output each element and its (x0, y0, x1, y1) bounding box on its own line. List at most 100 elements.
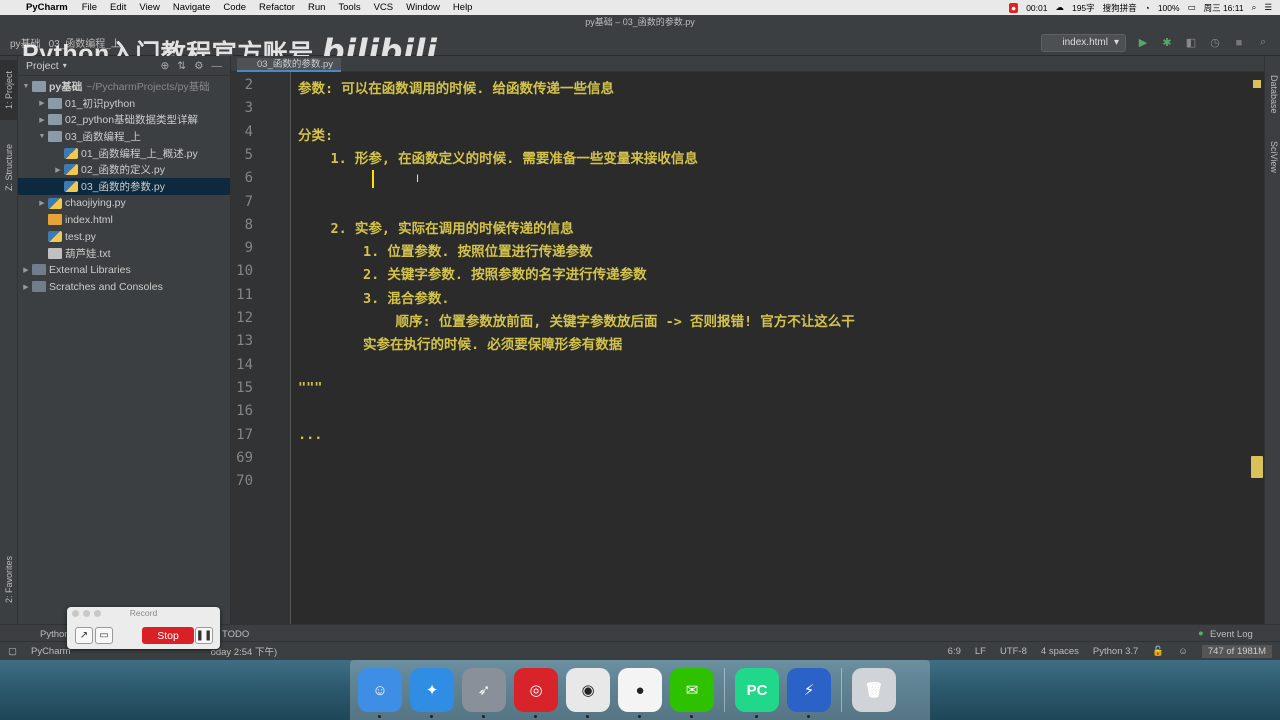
dock-chrome-icon[interactable]: ◉ (566, 668, 610, 718)
line-separator[interactable]: LF (975, 646, 986, 657)
pause-icon[interactable]: ❚❚ (195, 627, 213, 644)
coverage-icon[interactable]: ◧ (1184, 36, 1198, 50)
record-indicator[interactable]: ● (1009, 2, 1019, 13)
interpreter[interactable]: Python 3.7 (1093, 646, 1138, 657)
menu-window[interactable]: Window (406, 2, 440, 13)
collapse-icon[interactable]: ⇅ (177, 60, 186, 72)
indent-setting[interactable]: 4 spaces (1041, 646, 1079, 657)
camera-icon[interactable]: ▭ (95, 627, 113, 644)
scroll-thumb[interactable] (1251, 456, 1263, 478)
gear-icon[interactable]: ⚙ (194, 60, 203, 72)
tree-item[interactable]: ▶ 02_python基础数据类型详解 (18, 111, 230, 128)
status-toggle-icon[interactable]: ▢ (8, 646, 17, 657)
run-icon[interactable]: ▶ (1136, 36, 1150, 50)
todo-tab[interactable]: TODO (222, 629, 249, 640)
menu-tools[interactable]: Tools (338, 2, 360, 13)
stop-icon[interactable]: ■ (1232, 36, 1246, 50)
tree-arrow-icon[interactable]: ▶ (36, 199, 48, 207)
inspector-icon[interactable]: ☺ (1178, 646, 1188, 657)
menu-run[interactable]: Run (308, 2, 325, 13)
profile-icon[interactable]: ◷ (1208, 36, 1222, 50)
memory-indicator[interactable]: 747 of 1981M (1201, 644, 1272, 658)
tree-item[interactable]: test.py (18, 228, 230, 245)
tree-item[interactable]: ▶ 01_初识python (18, 95, 230, 112)
dock-reeder-icon[interactable]: ⚡ (787, 668, 831, 718)
event-log-tab[interactable]: Event Log (1210, 629, 1253, 640)
menu-edit[interactable]: Edit (110, 2, 126, 13)
tree-arrow-icon[interactable]: ▼ (20, 83, 32, 90)
tree-item[interactable]: ▼ py基础 ~/PycharmProjects/py基础 (18, 78, 230, 95)
code-line[interactable]: 参数: 可以在函数调用的时候. 给函数传递一些信息 (298, 77, 614, 97)
code-line[interactable]: """ (298, 380, 322, 396)
tree-item[interactable]: 01_函数编程_上_概述.py (18, 145, 230, 162)
close-icon[interactable] (72, 610, 79, 617)
zoom-icon[interactable] (94, 610, 101, 617)
debug-icon[interactable]: ✱ (1160, 36, 1174, 50)
code-line[interactable]: 2. 实参, 实际在调用的时候传递的信息 (298, 217, 574, 237)
editor-tab[interactable]: 03_函数的参数.py (237, 58, 342, 72)
structure-tool-tab[interactable]: Z: Structure (0, 132, 18, 202)
pen-icon[interactable]: ↗ (75, 627, 93, 644)
tree-arrow-icon[interactable]: ▶ (36, 99, 48, 107)
project-tool-tab[interactable]: 1: Project (0, 60, 18, 120)
menu-code[interactable]: Code (223, 2, 246, 13)
wechat-status-icon[interactable]: ☁ (1055, 2, 1064, 13)
code-line[interactable]: 顺序: 位置参数放前面, 关键字参数放后面 -> 否则报错! 官方不让这么干 (298, 310, 855, 330)
tree-item[interactable]: ▶ Scratches and Consoles (18, 278, 230, 295)
search-everywhere-icon[interactable]: ⌕ (1256, 36, 1270, 50)
dock-launchpad-icon[interactable]: ➶ (462, 668, 506, 718)
tree-item[interactable]: ▶ External Libraries (18, 262, 230, 279)
hide-icon[interactable]: — (212, 60, 223, 72)
lock-icon[interactable]: 🔓 (1152, 646, 1164, 657)
inspection-marker[interactable] (1253, 80, 1261, 88)
editor-scrollbar[interactable] (1250, 72, 1264, 644)
dock-wechat-icon[interactable]: ✉ (670, 668, 714, 718)
code-editor[interactable]: 参数: 可以在函数调用的时候. 给函数传递一些信息 分类: 1. 形参, 在函数定… (292, 72, 1250, 644)
wifi-icon[interactable]: ◔ (1145, 3, 1150, 13)
file-encoding[interactable]: UTF-8 (1000, 646, 1027, 657)
clock[interactable]: 周三 16:11 (1204, 2, 1244, 14)
code-line[interactable]: ... (298, 427, 322, 443)
menu-help[interactable]: Help (453, 2, 473, 13)
input-method[interactable]: 搜狗拼音 (1103, 2, 1137, 14)
tree-item[interactable]: 03_函数的参数.py (18, 178, 230, 195)
tree-item[interactable]: index.html (18, 212, 230, 229)
control-center-icon[interactable]: ☰ (1264, 2, 1272, 13)
sciview-tool-tab[interactable]: SciView (1265, 132, 1280, 182)
dock-trash-icon[interactable]: 🗑 (852, 668, 896, 712)
tree-item[interactable]: ▶ chaojiying.py (18, 195, 230, 212)
search-icon[interactable]: ⌕ (1252, 2, 1257, 13)
menu-navigate[interactable]: Navigate (173, 2, 211, 13)
python-console-tab[interactable]: Python (40, 629, 70, 640)
dock-safari-icon[interactable]: ✦ (410, 668, 454, 718)
tree-item[interactable]: 葫芦娃.txt (18, 245, 230, 262)
menu-refactor[interactable]: Refactor (259, 2, 295, 13)
locate-icon[interactable]: ⊕ (160, 60, 169, 72)
tree-arrow-icon[interactable]: ▶ (36, 116, 48, 124)
chevron-down-icon[interactable]: ▾ (63, 61, 67, 70)
tree-item[interactable]: ▼ 03_函数编程_上 (18, 128, 230, 145)
dock-qq-icon[interactable]: ● (618, 668, 662, 718)
menu-file[interactable]: File (82, 2, 97, 13)
code-line[interactable]: 实参在执行的时候. 必须要保障形参有数据 (298, 333, 622, 353)
tree-arrow-icon[interactable]: ▼ (36, 133, 48, 140)
code-line[interactable]: 1. 形参, 在函数定义的时候. 需要准备一些变量来接收信息 (298, 147, 698, 167)
caret-position[interactable]: 6:9 (948, 646, 961, 657)
project-panel-title[interactable]: Project (26, 60, 59, 72)
code-line[interactable]: 分类: (298, 124, 333, 144)
code-line[interactable]: 3. 混合参数. (298, 287, 450, 307)
tree-arrow-icon[interactable]: ▶ (20, 283, 32, 291)
code-line[interactable]: 1. 位置参数. 按照位置进行传递参数 (298, 240, 593, 260)
tree-arrow-icon[interactable]: ▶ (52, 166, 64, 174)
menu-vcs[interactable]: VCS (374, 2, 394, 13)
run-config-select[interactable]: index.html ▾ (1041, 33, 1126, 52)
menu-app-name[interactable]: PyCharm (26, 2, 68, 13)
tree-item[interactable]: ▶ 02_函数的定义.py (18, 161, 230, 178)
favorites-tool-tab[interactable]: 2: Favorites (0, 544, 18, 614)
database-tool-tab[interactable]: Database (1265, 64, 1280, 124)
battery-icon[interactable]: ▭ (1188, 2, 1196, 13)
dock-pycharm-icon[interactable]: PC (735, 668, 779, 718)
code-line[interactable]: 2. 关键字参数. 按照参数的名字进行传递参数 (298, 263, 647, 283)
dock-netease-music-icon[interactable]: ◎ (514, 668, 558, 718)
minimize-icon[interactable] (83, 610, 90, 617)
